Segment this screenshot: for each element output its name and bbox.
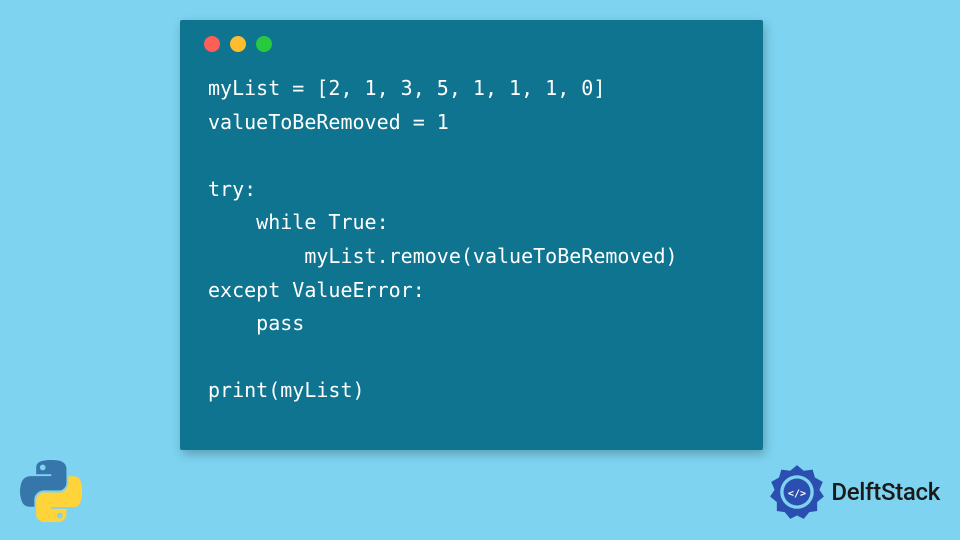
brand-name: DelftStack [831,478,940,506]
maximize-dot-icon [256,36,272,52]
minimize-dot-icon [230,36,246,52]
code-window: myList = [2, 1, 3, 5, 1, 1, 1, 0] valueT… [180,20,763,450]
code-content: myList = [2, 1, 3, 5, 1, 1, 1, 0] valueT… [180,60,763,428]
delft-brand: </> DelftStack [769,464,940,520]
python-logo-icon [20,460,82,522]
close-dot-icon [204,36,220,52]
delft-logo-icon: </> [769,464,825,520]
window-controls [180,20,763,60]
svg-text:</>: </> [788,488,806,499]
